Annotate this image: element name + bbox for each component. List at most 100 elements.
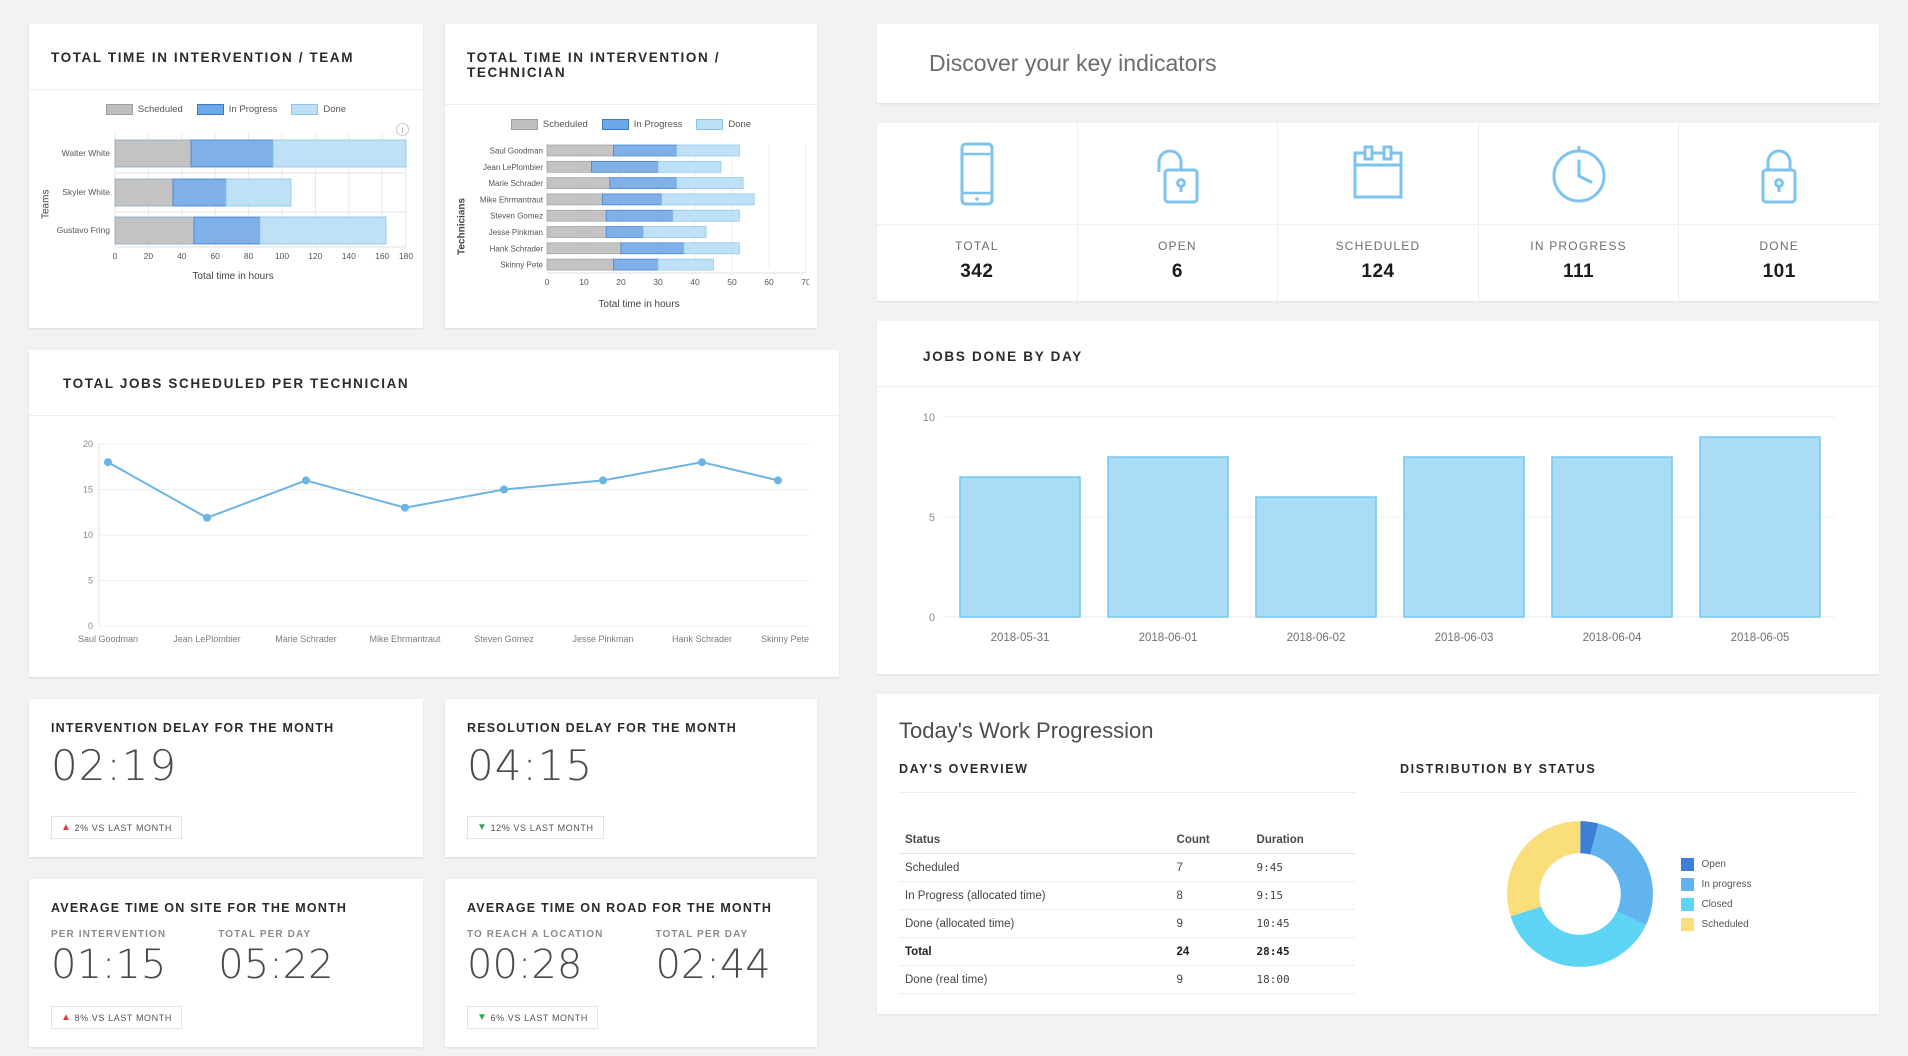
- distribution-donut-chart: [1507, 821, 1654, 967]
- svg-text:Mike Ehrmantraut: Mike Ehrmantraut: [480, 195, 544, 204]
- cell-duration: 28:45: [1250, 937, 1356, 966]
- kpi-tile-done[interactable]: DONE 101: [1679, 123, 1879, 301]
- legend-label-done: Done: [728, 119, 752, 130]
- arrow-down-icon: ▼: [477, 822, 488, 833]
- resolution-delay-card: RESOLUTION DELAY FOR THE MONTH 04:15 ▼ 1…: [445, 699, 817, 857]
- legend-swatch-in-progress: [196, 104, 224, 115]
- legend-label-done: Done: [323, 104, 347, 115]
- cell-duration: 9:15: [1250, 881, 1356, 910]
- svg-text:Jean LePlombier: Jean LePlombier: [483, 163, 543, 172]
- legend-swatch-scheduled: [510, 119, 538, 130]
- kpi-meta: DONE 101: [1679, 225, 1879, 301]
- svg-text:5: 5: [88, 576, 93, 586]
- kpi-icon-box: [1077, 123, 1278, 225]
- svg-text:Walter White: Walter White: [62, 148, 111, 158]
- svg-text:0: 0: [929, 612, 935, 624]
- team-bars-area: i Walter White Skyler White Gustavo Frin…: [53, 123, 413, 282]
- svg-text:Marie Schrader: Marie Schrader: [275, 634, 337, 644]
- svg-text:10: 10: [579, 277, 589, 287]
- svg-text:30: 30: [653, 277, 663, 287]
- time-on-site-total-per-day: TOTAL PER DAY 05:22: [218, 929, 333, 988]
- time-on-site-col1-value: 01:15: [51, 942, 167, 988]
- time-on-site-trend-text: 8% VS LAST MONTH: [74, 1012, 172, 1023]
- kpi-icon-box: [877, 123, 1077, 225]
- legend-label-scheduled: Scheduled: [137, 104, 183, 115]
- technician-time-chart: Scheduled In Progress Done Technicians S…: [445, 105, 817, 328]
- svg-text:0: 0: [545, 277, 550, 287]
- resolution-delay-trend-text: 12% VS LAST MONTH: [490, 822, 594, 833]
- svg-text:2018-06-01: 2018-06-01: [1139, 632, 1198, 644]
- kpi-tile-label: DONE: [1759, 239, 1799, 253]
- kpi-tile-open[interactable]: OPEN 6: [1077, 123, 1279, 301]
- kpi-tile-in-progress[interactable]: IN PROGRESS 111: [1478, 123, 1680, 301]
- time-on-site-col1-label: PER INTERVENTION: [51, 929, 167, 940]
- time-on-site-values: PER INTERVENTION 01:15 TOTAL PER DAY 05:…: [51, 929, 401, 988]
- svg-text:Mike Ehrmantraut: Mike Ehrmantraut: [369, 634, 441, 644]
- kpi-tile-total[interactable]: TOTAL 342: [877, 123, 1078, 301]
- info-icon[interactable]: i: [396, 123, 409, 136]
- intervention-delay-card: INTERVENTION DELAY FOR THE MONTH 02:19 ▲…: [29, 699, 423, 857]
- table-row: Done (allocated time) 9 10:45: [899, 909, 1356, 938]
- svg-text:40: 40: [690, 277, 700, 287]
- tech-x-axis-title: Total time in hours: [598, 299, 680, 310]
- arrow-down-icon: ▼: [477, 1012, 488, 1023]
- svg-text:Skinny Pete: Skinny Pete: [761, 634, 809, 644]
- time-on-site-col2-label: TOTAL PER DAY: [218, 929, 312, 940]
- technician-time-card: TOTAL TIME IN INTERVENTION / TECHNICIAN …: [445, 24, 817, 328]
- unlocked-padlock-icon: [1157, 149, 1199, 203]
- kpi-icon-box: [1679, 123, 1879, 225]
- svg-text:Skyler White: Skyler White: [62, 187, 110, 197]
- left-column: TOTAL TIME IN INTERVENTION / TEAM Schedu…: [0, 0, 853, 1056]
- kpi-meta: SCHEDULED 124: [1278, 225, 1478, 301]
- resolution-delay-trend: ▼ 12% VS LAST MONTH: [467, 816, 604, 839]
- jobs-done-chart: 10 5 0 2018-05-31 2018-06-01 2018-06-02 …: [877, 387, 1879, 674]
- time-on-road-values: TO REACH A LOCATION 00:28 TOTAL PER DAY …: [467, 929, 795, 988]
- kpi-tile-scheduled[interactable]: SCHEDULED 124: [1278, 123, 1479, 301]
- cell-count: 9: [1170, 965, 1251, 994]
- legend-swatch-closed: [1681, 897, 1695, 911]
- kpi-meta: IN PROGRESS 111: [1479, 225, 1679, 301]
- time-on-site-title: AVERAGE TIME ON SITE FOR THE MONTH: [51, 901, 348, 915]
- svg-text:20: 20: [144, 251, 154, 261]
- time-on-road-to-reach: TO REACH A LOCATION 00:28: [467, 929, 603, 988]
- svg-text:120: 120: [308, 251, 322, 261]
- legend-swatch-scheduled: [1681, 917, 1695, 931]
- kpi-meta: TOTAL 342: [877, 225, 1077, 301]
- svg-text:20: 20: [83, 439, 93, 449]
- svg-text:Jesse Pinkman: Jesse Pinkman: [572, 634, 633, 644]
- kpi-tile-label: OPEN: [1157, 239, 1197, 253]
- kpi-tile-value: 124: [1361, 261, 1395, 282]
- svg-text:40: 40: [177, 251, 187, 261]
- legend-item-in-progress: In Progress: [196, 104, 277, 115]
- kpi-tile-value: 342: [960, 261, 994, 282]
- tech-bars-area: Saul Goodman Jean LePlombier Marie Schra…: [469, 142, 811, 310]
- time-on-road-total-per-day: TOTAL PER DAY 02:44: [655, 929, 770, 988]
- team-x-axis-title: Total time in hours: [192, 271, 274, 282]
- delay-kpi-row: INTERVENTION DELAY FOR THE MONTH 02:19 ▲…: [29, 699, 853, 857]
- svg-text:80: 80: [244, 251, 254, 261]
- kpi-meta: OPEN 6: [1078, 225, 1278, 301]
- right-column: Discover your key indicators TOTAL 342 O…: [853, 0, 1908, 1056]
- time-on-site-col2-value: 05:22: [218, 942, 334, 988]
- jobs-done-by-day-card: JOBS DONE BY DAY 10 5 0 2018-05-31 2018-…: [877, 321, 1879, 674]
- distribution-panel: DISTRIBUTION BY STATUS Open In progress …: [1378, 762, 1879, 994]
- svg-text:Jean LePlombier: Jean LePlombier: [173, 634, 241, 644]
- donut-legend-item-scheduled: Scheduled: [1681, 917, 1751, 931]
- legend-swatch-in-progress: [1681, 877, 1695, 891]
- cell-duration: 10:45: [1250, 909, 1356, 938]
- table-row: Scheduled 7 9:45: [899, 853, 1356, 882]
- svg-text:15: 15: [83, 485, 93, 495]
- col-header-count: Count: [1170, 827, 1251, 854]
- legend-swatch-open: [1681, 857, 1695, 871]
- locked-padlock-icon: [1761, 149, 1797, 203]
- work-progression-card: Today's Work Progression DAY'S OVERVIEW …: [877, 694, 1879, 1014]
- svg-text:Saul Goodman: Saul Goodman: [78, 634, 138, 644]
- svg-text:Jesse Pinkman: Jesse Pinkman: [489, 228, 543, 237]
- team-time-card: TOTAL TIME IN INTERVENTION / TEAM Schedu…: [29, 24, 423, 328]
- legend-item-scheduled: Scheduled: [510, 119, 588, 130]
- cell-status: Done (real time): [899, 965, 1171, 994]
- svg-text:100: 100: [275, 251, 289, 261]
- legend-label-scheduled: Scheduled: [542, 119, 588, 130]
